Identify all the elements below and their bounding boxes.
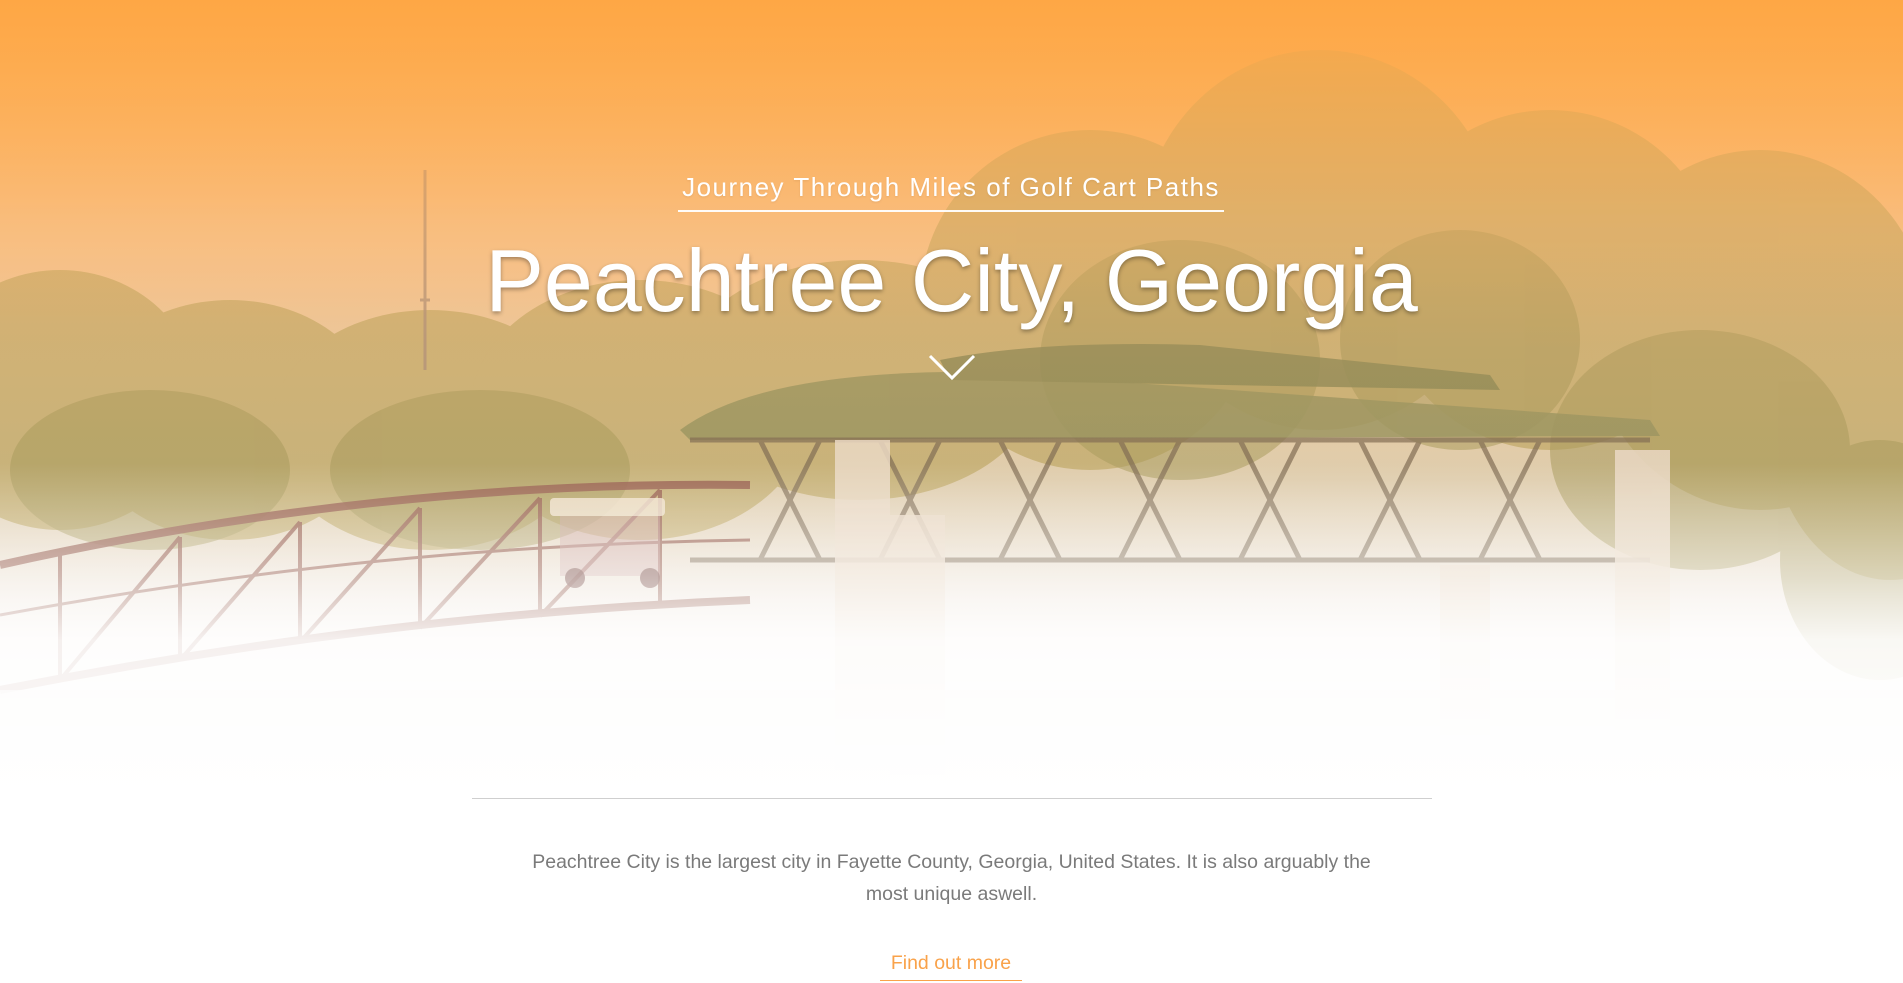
hero-gradient-overlay (0, 0, 1903, 800)
section-divider (472, 798, 1432, 799)
page: Journey Through Miles of Golf Cart Paths… (0, 0, 1903, 983)
hero-title: Peachtree City, Georgia (485, 231, 1418, 330)
scroll-down-button[interactable] (927, 352, 977, 382)
find-out-more-link[interactable]: Find out more (880, 950, 1022, 981)
chevron-down-icon (928, 354, 976, 381)
hero-subtitle: Journey Through Miles of Golf Cart Paths (678, 170, 1224, 212)
intro-text: Peachtree City is the largest city in Fa… (532, 851, 1371, 905)
hero-section: Journey Through Miles of Golf Cart Paths… (0, 0, 1903, 800)
